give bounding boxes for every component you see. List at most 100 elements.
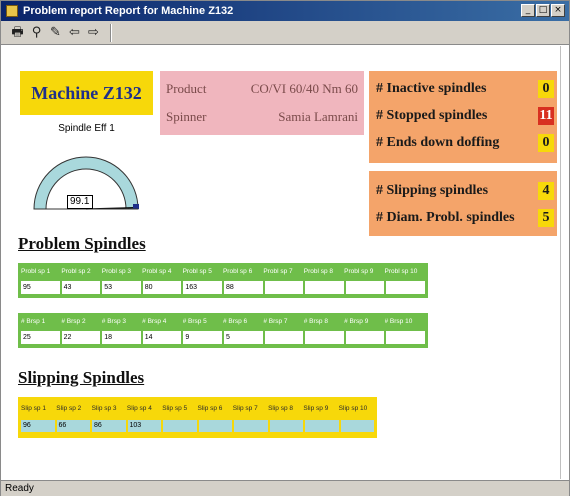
grid-cell xyxy=(264,281,304,294)
grid-header: Probl sp 7 xyxy=(263,268,293,275)
broken-spindles-values: 25 22 18 14 9 5 xyxy=(21,331,425,344)
gauge-marker xyxy=(133,204,139,209)
broken-spindles-grid: # Brsp 1 # Brsp 2 # Brsp 3 # Brsp 4 # Br… xyxy=(18,313,428,348)
slip-header: Slip sp 7 xyxy=(232,405,258,412)
search-icon[interactable]: ⚲ xyxy=(28,24,45,41)
minimize-button[interactable]: _ xyxy=(521,4,535,17)
printer-icon[interactable]: 🖶 xyxy=(9,24,26,41)
slip-cell xyxy=(198,420,232,432)
report-window: Problem report Report for Machine Z132 _… xyxy=(0,0,570,496)
grid-header: # Brsp 5 xyxy=(182,318,207,325)
grid-cell: 53 xyxy=(102,281,141,294)
grid-header: Probl sp 10 xyxy=(384,268,418,275)
slip-cell xyxy=(163,420,197,432)
title-bar[interactable]: Problem report Report for Machine Z132 _… xyxy=(1,1,569,21)
grid-header: Probl sp 8 xyxy=(303,268,334,275)
close-button[interactable]: × xyxy=(551,4,565,17)
window-controls: _ □ × xyxy=(521,4,565,17)
grid-cell xyxy=(386,281,425,294)
grid-header: # Brsp 3 xyxy=(101,318,126,325)
slipping-spindles-grid: Slip sp 1 Slip sp 2 Slip sp 3 Slip sp 4 … xyxy=(18,397,377,438)
grid-header: # Brsp 10 xyxy=(384,318,413,325)
slip-header: Slip sp 2 xyxy=(56,405,82,412)
problem-spindles-headers: Probl sp 1 Probl sp 2 Probl sp 3 Probl s… xyxy=(21,268,425,275)
vertical-scrollbar[interactable] xyxy=(560,46,569,479)
grid-cell: 43 xyxy=(61,281,101,294)
ends-down-value: 0 xyxy=(538,134,554,152)
slip-header: Slip sp 8 xyxy=(268,405,294,412)
slip-header: Slip sp 4 xyxy=(126,405,152,412)
window-title: Problem report Report for Machine Z132 xyxy=(23,5,234,17)
product-label: Product xyxy=(166,81,207,96)
gauge-label: Spindle Eff 1 xyxy=(58,123,115,134)
slip-header: Slip sp 10 xyxy=(338,405,368,412)
grid-header: Probl sp 6 xyxy=(222,268,253,275)
grid-header: # Brsp 2 xyxy=(61,318,86,325)
grid-cell: 14 xyxy=(142,331,182,344)
grid-cell xyxy=(386,331,425,344)
spindle-status-panel: # Inactive spindles 0 # Stopped spindles… xyxy=(369,71,557,163)
grid-cell: 18 xyxy=(102,331,141,344)
app-icon xyxy=(6,5,18,17)
problem-spindles-grid: Probl sp 1 Probl sp 2 Probl sp 3 Probl s… xyxy=(18,263,428,298)
inactive-spindles-label: # Inactive spindles xyxy=(376,81,487,96)
slip-header: Slip sp 9 xyxy=(303,405,329,412)
grid-cell: 25 xyxy=(21,331,60,344)
maximize-button[interactable]: □ xyxy=(536,4,550,17)
product-value: CO/VI 60/40 Nm 60 xyxy=(250,81,358,96)
slip-cell xyxy=(234,420,268,432)
slip-cell: 86 xyxy=(92,420,126,432)
grid-header: # Brsp 9 xyxy=(344,318,369,325)
inactive-spindles-value: 0 xyxy=(538,80,554,98)
spinner-label: Spinner xyxy=(166,109,207,124)
stopped-spindles-value: 11 xyxy=(538,107,554,125)
slipping-spindles-values: 96 66 86 103 xyxy=(21,420,374,432)
slip-cell xyxy=(340,420,374,432)
grid-cell: 5 xyxy=(223,331,263,344)
diam-probl-value: 5 xyxy=(538,209,554,227)
slip-cell: 103 xyxy=(127,420,161,432)
grid-header: Probl sp 4 xyxy=(142,268,172,275)
grid-header: # Brsp 1 xyxy=(21,318,46,325)
slip-cell xyxy=(269,420,303,432)
grid-cell: 80 xyxy=(142,281,182,294)
stopped-spindles-label: # Stopped spindles xyxy=(376,108,488,123)
grid-cell: 9 xyxy=(183,331,222,344)
grid-cell: 22 xyxy=(61,331,101,344)
grid-header: # Brsp 6 xyxy=(222,318,248,325)
ends-down-label: # Ends down doffing xyxy=(376,135,500,150)
grid-cell: 95 xyxy=(21,281,60,294)
broken-spindles-headers: # Brsp 1 # Brsp 2 # Brsp 3 # Brsp 4 # Br… xyxy=(21,318,425,325)
grid-header: # Brsp 7 xyxy=(263,318,288,325)
slipping-spindles-title: Slipping Spindles xyxy=(18,368,145,387)
slipping-status-panel: # Slipping spindles 4 # Diam. Probl. spi… xyxy=(369,171,557,236)
grid-header: Probl sp 3 xyxy=(101,268,132,275)
grid-cell: 163 xyxy=(183,281,222,294)
grid-cell xyxy=(264,331,304,344)
slip-header: Slip sp 5 xyxy=(162,405,188,412)
slip-cell: 96 xyxy=(21,420,55,432)
toolbar: 🖶 ⚲ ✎ ⇦ ⇨ xyxy=(1,21,569,45)
slip-header: Slip sp 3 xyxy=(91,405,117,412)
diam-probl-label: # Diam. Probl. spindles xyxy=(376,210,515,225)
grid-header: # Brsp 8 xyxy=(303,318,328,325)
slipping-spindles-label: # Slipping spindles xyxy=(376,183,489,198)
grid-cell: 88 xyxy=(223,281,263,294)
product-panel: Product CO/VI 60/40 Nm 60 Spinner Samia … xyxy=(160,71,364,135)
grid-cell xyxy=(305,331,344,344)
grid-header: Probl sp 2 xyxy=(61,268,91,275)
grid-header: Probl sp 9 xyxy=(344,268,374,275)
problem-spindles-title: Problem Spindles xyxy=(18,234,146,253)
grid-header: Probl sp 1 xyxy=(21,268,51,275)
spinner-value: Samia Lamrani xyxy=(278,109,358,124)
back-arrow-icon[interactable]: ⇦ xyxy=(66,24,83,41)
slipping-spindles-value: 4 xyxy=(538,182,554,200)
problem-spindles-values: 95 43 53 80 163 88 xyxy=(21,281,425,294)
slip-cell: 66 xyxy=(56,420,90,432)
edit-icon[interactable]: ✎ xyxy=(47,24,64,41)
slip-cell xyxy=(305,420,339,432)
grid-header: # Brsp 4 xyxy=(142,318,167,325)
forward-arrow-icon[interactable]: ⇨ xyxy=(85,24,102,41)
grid-header: Probl sp 5 xyxy=(182,268,212,275)
grid-cell xyxy=(345,281,385,294)
